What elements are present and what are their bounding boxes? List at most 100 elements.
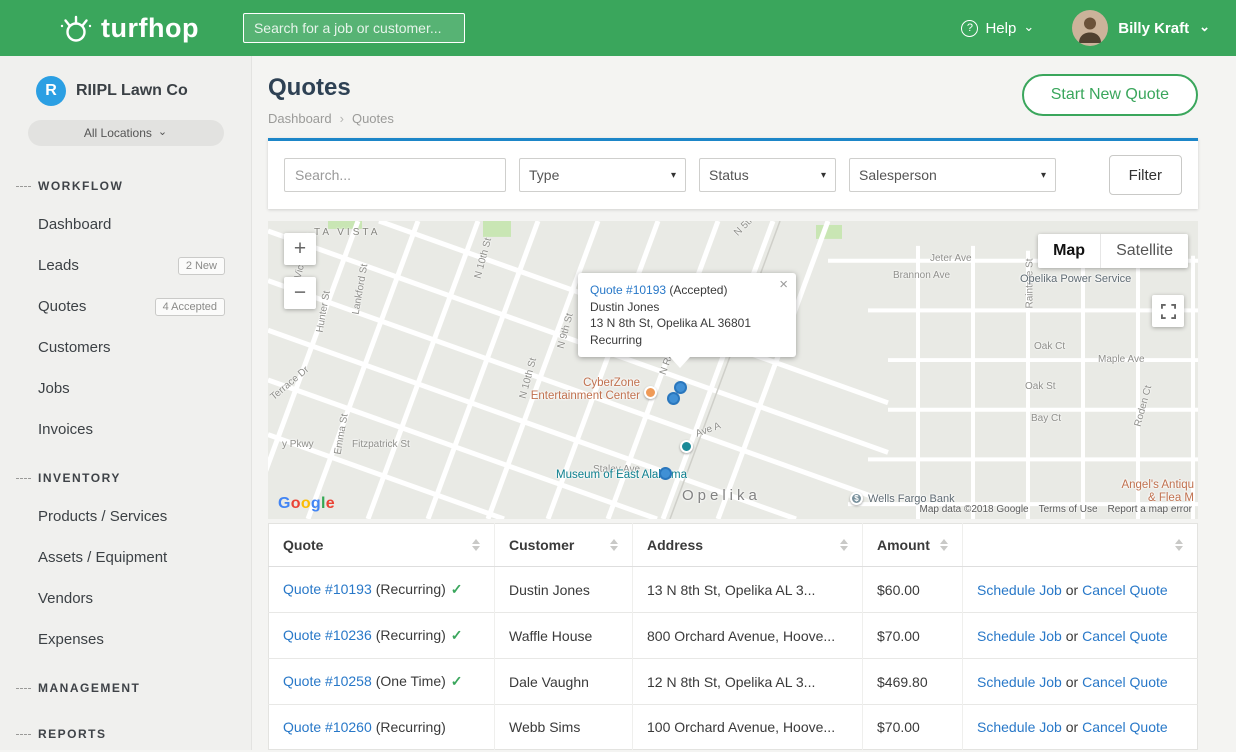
customer-cell: Waffle House: [495, 613, 633, 659]
status-select[interactable]: Status ▾: [699, 158, 836, 192]
nav-item-label: Quotes: [38, 298, 86, 315]
help-menu[interactable]: ? Help ⌄: [961, 20, 1034, 37]
or-text: or: [1066, 582, 1078, 598]
nav-item-label: Dashboard: [38, 216, 111, 233]
schedule-job-link[interactable]: Schedule Job: [977, 719, 1062, 735]
address-cell: 100 Orchard Avenue, Hoove...: [633, 705, 863, 750]
column-header-address[interactable]: Address: [633, 524, 863, 567]
filter-button[interactable]: Filter: [1109, 155, 1182, 195]
close-icon[interactable]: ×: [779, 277, 788, 294]
nav-item-label: Vendors: [38, 590, 93, 607]
sidebar-item-vendors[interactable]: Vendors: [0, 578, 251, 619]
nav-item-label: Customers: [38, 339, 111, 356]
sort-icon: [1175, 539, 1183, 551]
table-row: Quote #10193(Recurring)✓ Dustin Jones 13…: [269, 567, 1198, 613]
info-quote-link[interactable]: Quote #10193: [590, 283, 666, 297]
bank-marker-icon: $: [850, 492, 863, 505]
quote-link[interactable]: Quote #10236: [283, 627, 372, 643]
location-selector[interactable]: All Locations ⌄: [28, 120, 224, 146]
cancel-quote-link[interactable]: Cancel Quote: [1082, 628, 1168, 644]
page-header: Quotes Dashboard › Quotes Start New Quot…: [268, 74, 1198, 126]
zoom-in-button[interactable]: +: [284, 233, 316, 265]
quote-link[interactable]: Quote #10193: [283, 581, 372, 597]
section-dash-icon: [16, 186, 31, 187]
report-map-error-link[interactable]: Report a map error: [1108, 504, 1192, 515]
schedule-job-link[interactable]: Schedule Job: [977, 628, 1062, 644]
sidebar-item-invoices[interactable]: Invoices: [0, 409, 251, 450]
nav-item-label: Jobs: [38, 380, 70, 397]
sidebar-item-leads[interactable]: Leads 2 New: [0, 245, 251, 286]
type-select[interactable]: Type ▾: [519, 158, 686, 192]
museum-marker-icon: [680, 440, 693, 453]
satellite-view-button[interactable]: Satellite: [1100, 234, 1188, 268]
check-icon: ✓: [451, 581, 463, 597]
sidebar-item-quotes[interactable]: Quotes 4 Accepted: [0, 286, 251, 327]
breadcrumb-quotes: Quotes: [352, 111, 394, 126]
quote-link[interactable]: Quote #10258: [283, 673, 372, 689]
quote-frequency: (One Time): [376, 673, 446, 689]
sidebar-item-dashboard[interactable]: Dashboard: [0, 204, 251, 245]
nav-section-label: REPORTS: [38, 727, 107, 741]
section-dash-icon: [16, 478, 31, 479]
nav-section-label: INVENTORY: [38, 471, 121, 485]
schedule-job-link[interactable]: Schedule Job: [977, 582, 1062, 598]
amount-cell: $469.80: [863, 659, 963, 705]
user-name: Billy Kraft: [1118, 20, 1189, 37]
quote-map-marker[interactable]: [667, 392, 680, 405]
google-logo[interactable]: Google: [278, 495, 335, 513]
sidebar-item-products-services[interactable]: Products / Services: [0, 496, 251, 537]
quote-map-marker[interactable]: [659, 467, 672, 480]
sort-icon: [940, 539, 948, 551]
address-cell: 13 N 8th St, Opelika AL 3...: [633, 567, 863, 613]
fullscreen-icon: [1161, 304, 1176, 319]
nav-item-label: Invoices: [38, 421, 93, 438]
or-text: or: [1066, 719, 1078, 735]
nav-section-label: MANAGEMENT: [38, 681, 140, 695]
map-data-credit: Map data ©2018 Google: [919, 504, 1028, 515]
column-header-quote[interactable]: Quote: [269, 524, 495, 567]
quotes-search-input[interactable]: [284, 158, 506, 192]
sidebar-item-jobs[interactable]: Jobs: [0, 368, 251, 409]
table-row: Quote #10258(One Time)✓ Dale Vaughn 12 N…: [269, 659, 1198, 705]
global-search-input[interactable]: [243, 13, 465, 43]
user-menu[interactable]: Billy Kraft ⌄: [1072, 10, 1210, 46]
user-avatar: [1072, 10, 1108, 46]
cancel-quote-link[interactable]: Cancel Quote: [1082, 582, 1168, 598]
cancel-quote-link[interactable]: Cancel Quote: [1082, 719, 1168, 735]
sidebar-item-customers[interactable]: Customers: [0, 327, 251, 368]
breadcrumb-dashboard[interactable]: Dashboard: [268, 111, 332, 126]
turfhop-logo[interactable]: turfhop: [58, 10, 199, 46]
column-label: Address: [647, 537, 703, 553]
column-header-customer[interactable]: Customer: [495, 524, 633, 567]
sidebar-item-expenses[interactable]: Expenses: [0, 619, 251, 660]
page-title: Quotes: [268, 74, 394, 102]
quotes-table: Quote Customer Address Amount Quote #101…: [268, 523, 1198, 750]
quote-link[interactable]: Quote #10260: [283, 719, 372, 735]
section-dash-icon: [16, 734, 31, 735]
column-header-amount[interactable]: Amount: [863, 524, 963, 567]
nav-section-management[interactable]: MANAGEMENT: [0, 670, 251, 706]
address-cell: 12 N 8th St, Opelika AL 3...: [633, 659, 863, 705]
logo-text: turfhop: [101, 13, 199, 44]
amount-cell: $60.00: [863, 567, 963, 613]
filter-bar: Type ▾ Status ▾ Salesperson ▾ Filter: [268, 138, 1198, 209]
sidebar-item-assets-equipment[interactable]: Assets / Equipment: [0, 537, 251, 578]
info-window-tail: [670, 357, 690, 368]
salesperson-select[interactable]: Salesperson ▾: [849, 158, 1056, 192]
info-frequency: Recurring: [590, 332, 784, 349]
nav-item-label: Leads: [38, 257, 79, 274]
start-new-quote-button[interactable]: Start New Quote: [1022, 74, 1198, 116]
or-text: or: [1066, 674, 1078, 690]
customer-cell: Dustin Jones: [495, 567, 633, 613]
cancel-quote-link[interactable]: Cancel Quote: [1082, 674, 1168, 690]
status-select-label: Status: [709, 167, 749, 183]
nav-section-reports[interactable]: REPORTS: [0, 716, 251, 752]
schedule-job-link[interactable]: Schedule Job: [977, 674, 1062, 690]
terms-of-use-link[interactable]: Terms of Use: [1039, 504, 1098, 515]
fullscreen-button[interactable]: [1152, 295, 1184, 327]
column-header-actions[interactable]: [963, 524, 1198, 567]
zoom-out-button[interactable]: −: [284, 277, 316, 309]
chevron-down-icon: ▾: [1041, 170, 1046, 181]
map-view-button[interactable]: Map: [1038, 234, 1100, 268]
quotes-map[interactable]: TA VISTA Victoria Dr N 10th St Lankford …: [268, 221, 1198, 519]
